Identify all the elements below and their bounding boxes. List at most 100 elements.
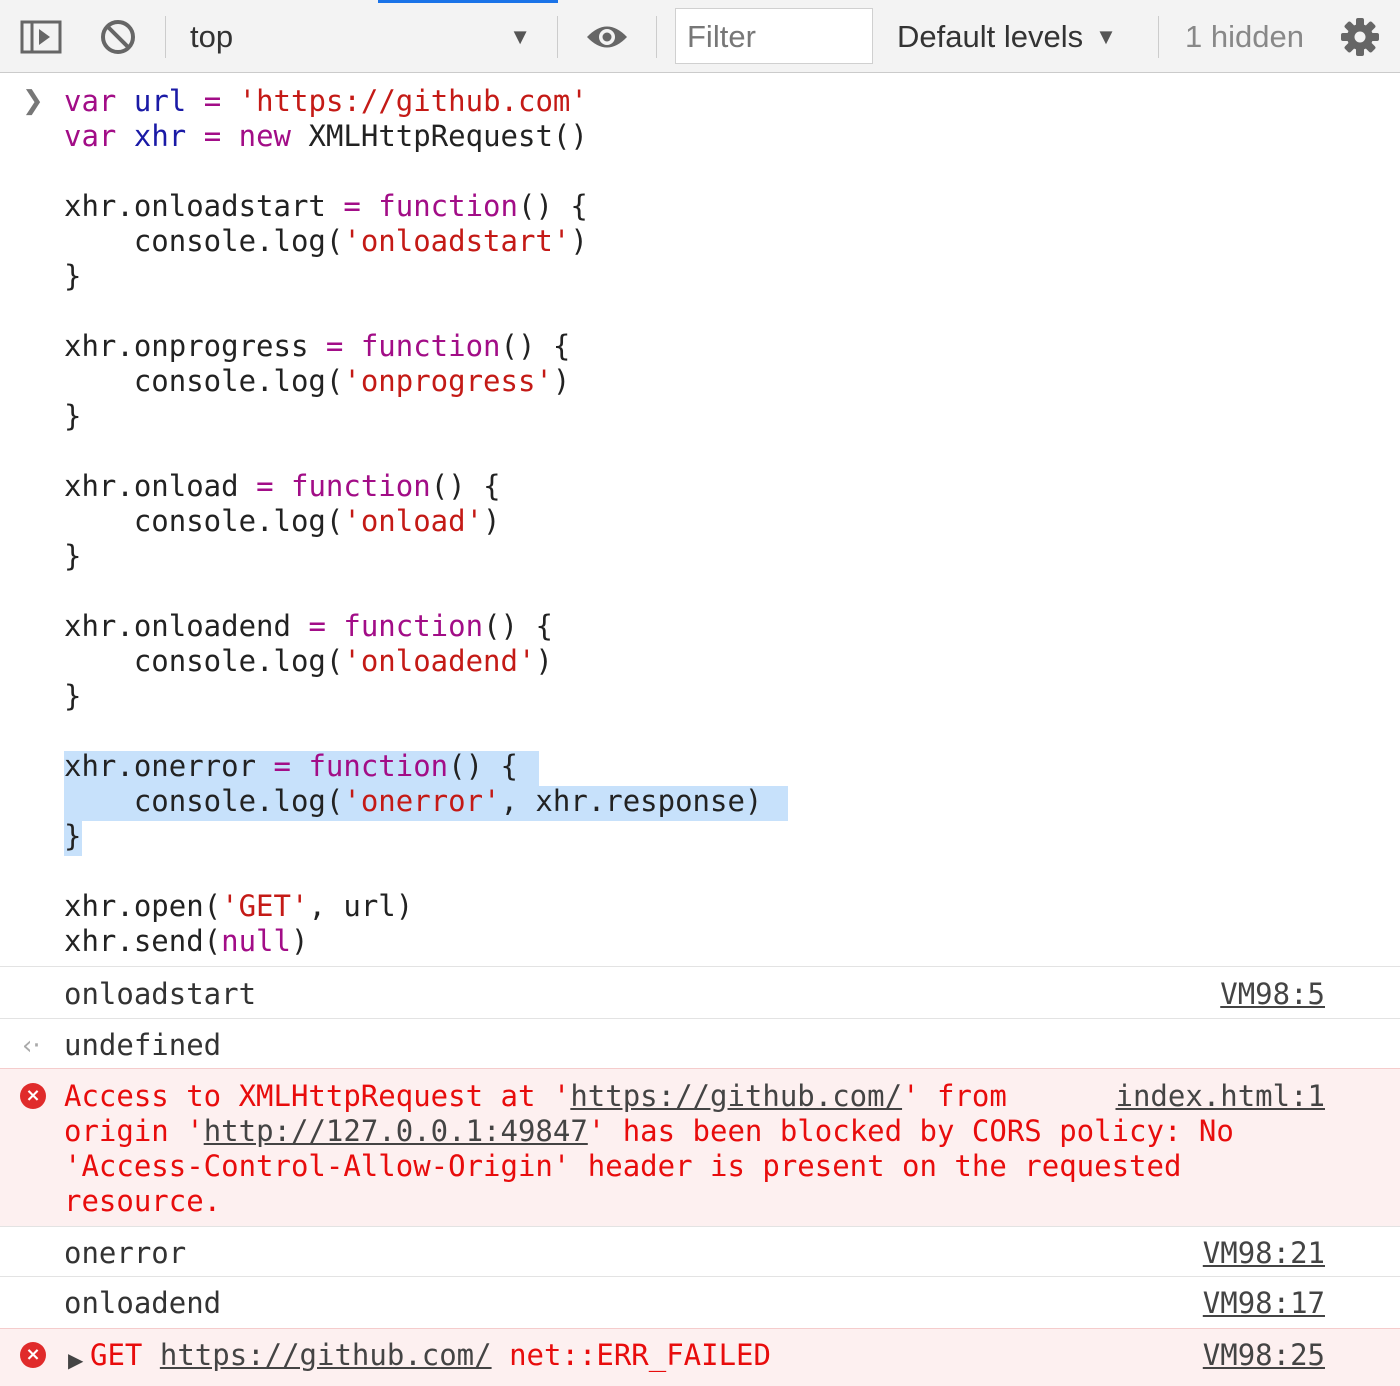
- live-expression-button[interactable]: [585, 0, 629, 73]
- code-line: console.log('onloadend'): [64, 644, 553, 678]
- error-line: GET https://github.com/ net::ERR_FAILED: [90, 1338, 771, 1373]
- error-text: Access to XMLHttpRequest at ': [64, 1079, 571, 1113]
- code-text: }: [64, 399, 82, 433]
- string-literal: 'onloadend': [343, 644, 536, 678]
- settings-button[interactable]: [1340, 0, 1380, 73]
- error-url-link[interactable]: https://github.com/: [160, 1338, 492, 1372]
- code-text: xhr.send(: [64, 924, 222, 958]
- code-text: ): [290, 924, 309, 958]
- operator: =: [256, 749, 309, 783]
- code-text: , xhr.response): [500, 784, 763, 818]
- code-text: ): [552, 364, 571, 398]
- code-text: () {: [517, 189, 588, 223]
- operator: =: [325, 189, 379, 223]
- keyword: function: [378, 189, 518, 223]
- error-text: ' from: [902, 1079, 1007, 1113]
- code-text: console.log(: [64, 364, 344, 398]
- code-text: , url): [308, 889, 414, 923]
- operator: =: [186, 84, 239, 118]
- console-log-message: onloadstart VM98:5: [0, 966, 1400, 1018]
- toolbar-divider: [557, 16, 558, 58]
- sidebar-toggle-icon: [20, 20, 62, 53]
- error-origin-link[interactable]: http://127.0.0.1:49847: [204, 1114, 588, 1148]
- error-code: net::ERR_FAILED: [509, 1338, 771, 1372]
- code-text: }: [64, 259, 82, 293]
- code-text: () {: [448, 749, 518, 783]
- clear-console-icon: [101, 19, 135, 54]
- string-literal: 'onerror': [343, 784, 501, 818]
- error-url-link[interactable]: https://github.com/: [570, 1079, 902, 1113]
- eye-icon: [587, 26, 627, 47]
- log-text: onloadstart: [64, 977, 257, 1011]
- code-text: () {: [430, 469, 501, 503]
- context-selector[interactable]: top ▼: [190, 0, 535, 73]
- console-log-message: onerror VM98:21: [0, 1226, 1400, 1276]
- source-link[interactable]: VM98:21: [1203, 1236, 1325, 1271]
- code-text: }: [64, 819, 82, 853]
- filter-placeholder: Filter: [687, 19, 756, 54]
- keyword: function: [291, 469, 431, 503]
- toolbar-divider: [165, 16, 166, 58]
- console-error-message: × Access to XMLHttpRequest at 'https://g…: [0, 1068, 1400, 1226]
- keyword: null: [221, 924, 291, 958]
- string-literal: 'onloadstart': [343, 224, 571, 258]
- operator: =: [186, 119, 239, 153]
- source-link[interactable]: VM98:17: [1203, 1286, 1325, 1321]
- gear-icon: [1341, 17, 1379, 56]
- return-text: undefined: [64, 1028, 222, 1062]
- keyword: function: [308, 749, 449, 783]
- code-line: console.log('onprogress'): [64, 364, 571, 398]
- console-return-value: ‹· undefined: [0, 1018, 1400, 1068]
- context-label: top: [190, 18, 234, 54]
- string-literal: 'onload': [343, 504, 484, 538]
- string-literal: 'https://github.com': [238, 84, 588, 118]
- clear-console-button[interactable]: [99, 0, 137, 73]
- string-literal: 'onprogress': [343, 364, 553, 398]
- operator: =: [238, 469, 291, 503]
- console-input-code[interactable]: var url = 'https://github.com' var xhr =…: [64, 84, 762, 959]
- source-link[interactable]: VM98:5: [1220, 977, 1325, 1012]
- error-line: resource.: [64, 1184, 222, 1218]
- identifier: xhr: [133, 119, 187, 153]
- code-text: }: [64, 679, 82, 713]
- operator: =: [290, 609, 344, 643]
- code-text: console.log(: [64, 644, 344, 678]
- code-text: console.log(: [64, 504, 344, 538]
- source-link[interactable]: index.html:1: [1115, 1079, 1325, 1114]
- code-text: XMLHttpRequest(): [291, 119, 588, 153]
- code-line: xhr.onprogress = function() {: [64, 329, 570, 363]
- hidden-count: 1 hidden: [1185, 18, 1304, 54]
- code-text: ): [570, 224, 588, 258]
- code-text: ): [483, 504, 501, 538]
- sidebar-toggle-button[interactable]: [20, 0, 62, 73]
- code-line: var xhr = new XMLHttpRequest(): [64, 119, 588, 153]
- log-levels-dropdown[interactable]: Default levels ▼: [897, 0, 1117, 73]
- keyword: new: [238, 119, 292, 153]
- code-text: xhr.open(: [64, 889, 222, 923]
- string-literal: 'GET': [221, 889, 309, 923]
- console-toolbar: top ▼ Filter Default levels ▼ 1 hidden: [0, 0, 1400, 73]
- error-line: Access to XMLHttpRequest at 'https://git…: [64, 1079, 1007, 1114]
- code-text: console.log(: [64, 784, 344, 818]
- code-text: xhr.onloadend: [64, 609, 291, 643]
- code-line: xhr.send(null): [64, 924, 308, 958]
- filter-input[interactable]: Filter: [675, 8, 873, 64]
- log-text: onloadend: [64, 1286, 222, 1320]
- return-arrow-icon: ‹·: [22, 1031, 41, 1061]
- http-method: GET: [90, 1338, 143, 1372]
- identifier: url: [133, 84, 187, 118]
- error-text: origin ': [64, 1114, 204, 1148]
- keyword: function: [343, 609, 484, 643]
- log-levels-label: Default levels: [897, 18, 1084, 54]
- keyword: function: [360, 329, 501, 363]
- console-network-error[interactable]: × ▶ GET https://github.com/ net::ERR_FAI…: [0, 1328, 1400, 1386]
- code-line: xhr.onloadstart = function() {: [64, 189, 588, 223]
- code-text: xhr.onload: [64, 469, 239, 503]
- code-text: }: [64, 539, 82, 573]
- source-link[interactable]: VM98:25: [1203, 1338, 1325, 1373]
- expand-triangle-icon[interactable]: ▶: [68, 1343, 83, 1378]
- code-line: xhr.onerror = function() {: [64, 749, 518, 783]
- input-prompt-icon: ❯: [22, 86, 44, 116]
- code-line: console.log('onerror', xhr.response): [64, 784, 763, 818]
- toolbar-divider: [1158, 16, 1159, 58]
